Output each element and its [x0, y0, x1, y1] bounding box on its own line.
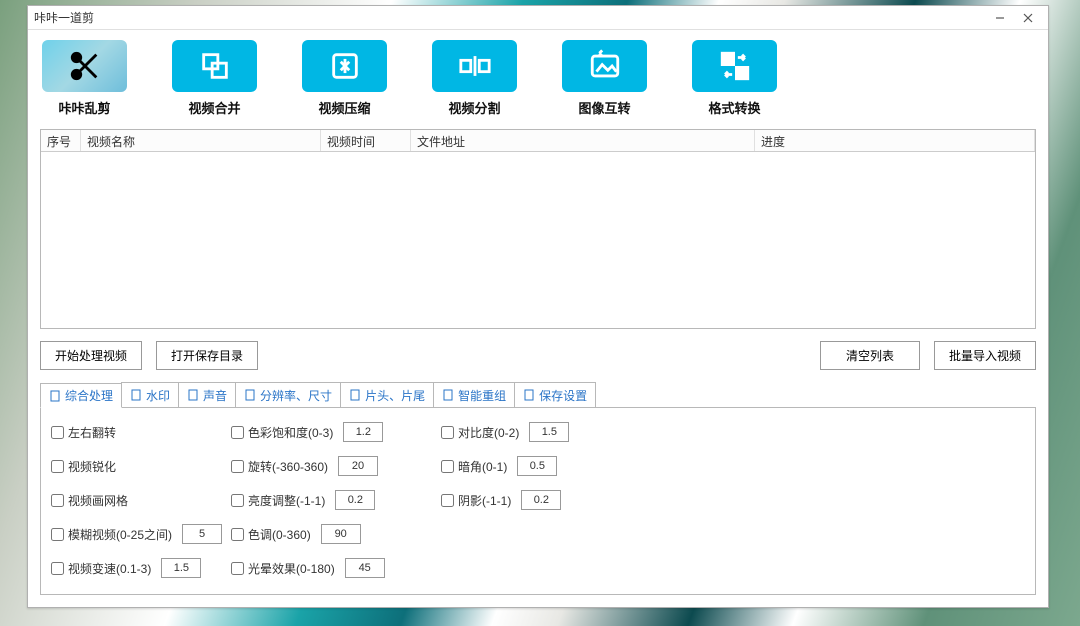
opt-grid[interactable]: 视频画网格 — [51, 490, 231, 510]
merge-icon — [172, 40, 257, 92]
open-dir-button[interactable]: 打开保存目录 — [156, 341, 258, 370]
checkbox[interactable] — [51, 460, 64, 473]
col-duration: 视频时间 — [321, 130, 411, 151]
checkbox[interactable] — [51, 528, 64, 541]
value-input[interactable]: 0.5 — [517, 456, 557, 476]
opt-saturation[interactable]: 色彩饱和度(0-3) 1.2 — [231, 422, 441, 442]
tool-label: 视频分割 — [448, 98, 500, 117]
window-title: 咔咔一道剪 — [34, 9, 94, 26]
tool-random-cut[interactable]: 咔咔乱剪 — [42, 40, 127, 117]
opt-rotate[interactable]: 旋转(-360-360) 20 — [231, 456, 441, 476]
value-input[interactable]: 90 — [321, 524, 361, 544]
checkbox[interactable] — [231, 426, 244, 439]
value-input[interactable]: 1.5 — [529, 422, 569, 442]
action-row: 开始处理视频 打开保存目录 清空列表 批量导入视频 — [28, 329, 1048, 382]
checkbox[interactable] — [51, 426, 64, 439]
opt-vignette[interactable]: 暗角(0-1) 0.5 — [441, 456, 621, 476]
opt-speed[interactable]: 视频变速(0.1-3) 1.5 — [51, 558, 231, 578]
opt-sharpen[interactable]: 视频锐化 — [51, 456, 231, 476]
settings-tabs: 综合处理 水印 声音 分辨率、尺寸 片头、片尾 智能重组 保存设置 — [40, 382, 1036, 407]
tool-format-convert[interactable]: 格式转换 — [692, 40, 777, 117]
general-panel: 左右翻转 色彩饱和度(0-3) 1.2 对比度(0-2) 1.5 视频锐化 旋转… — [40, 407, 1036, 595]
image-convert-icon — [562, 40, 647, 92]
doc-icon — [349, 389, 361, 401]
video-table: 序号 视频名称 视频时间 文件地址 进度 — [40, 129, 1036, 329]
doc-icon — [130, 389, 142, 401]
checkbox[interactable] — [231, 460, 244, 473]
opt-halo[interactable]: 光晕效果(0-180) 45 — [231, 558, 441, 578]
table-body-empty — [41, 152, 1035, 328]
split-icon — [432, 40, 517, 92]
opt-flip-horizontal[interactable]: 左右翻转 — [51, 422, 231, 442]
checkbox[interactable] — [441, 460, 454, 473]
tab-audio[interactable]: 声音 — [178, 382, 236, 407]
tab-watermark[interactable]: 水印 — [121, 382, 179, 407]
checkbox[interactable] — [231, 528, 244, 541]
tool-label: 视频压缩 — [318, 98, 370, 117]
opt-blur[interactable]: 模糊视频(0-25之间) 5 — [51, 524, 231, 544]
tab-smart[interactable]: 智能重组 — [433, 382, 515, 407]
tab-intro-outro[interactable]: 片头、片尾 — [340, 382, 434, 407]
doc-icon — [523, 389, 535, 401]
minimize-button[interactable] — [986, 8, 1014, 28]
import-button[interactable]: 批量导入视频 — [934, 341, 1036, 370]
value-input[interactable]: 45 — [345, 558, 385, 578]
tool-compress[interactable]: 视频压缩 — [302, 40, 387, 117]
checkbox[interactable] — [51, 494, 64, 507]
tool-split[interactable]: 视频分割 — [432, 40, 517, 117]
checkbox[interactable] — [441, 494, 454, 507]
tool-label: 咔咔乱剪 — [58, 98, 110, 117]
opt-brightness[interactable]: 亮度调整(-1-1) 0.2 — [231, 490, 441, 510]
tool-merge[interactable]: 视频合并 — [172, 40, 257, 117]
tool-image-convert[interactable]: 图像互转 — [562, 40, 647, 117]
value-input[interactable]: 5 — [182, 524, 222, 544]
checkbox[interactable] — [231, 494, 244, 507]
value-input[interactable]: 20 — [338, 456, 378, 476]
table-header: 序号 视频名称 视频时间 文件地址 进度 — [41, 130, 1035, 152]
top-toolbar: 咔咔乱剪 视频合并 视频压缩 — [28, 30, 1048, 129]
tab-resolution[interactable]: 分辨率、尺寸 — [235, 382, 341, 407]
col-name: 视频名称 — [81, 130, 321, 151]
clear-list-button[interactable]: 清空列表 — [820, 341, 920, 370]
col-index: 序号 — [41, 130, 81, 151]
value-input[interactable]: 1.5 — [161, 558, 201, 578]
tool-label: 图像互转 — [578, 98, 630, 117]
checkbox[interactable] — [51, 562, 64, 575]
opt-hue[interactable]: 色调(0-360) 90 — [231, 524, 441, 544]
col-path: 文件地址 — [411, 130, 755, 151]
close-button[interactable] — [1014, 8, 1042, 28]
doc-icon — [244, 389, 256, 401]
value-input[interactable]: 1.2 — [343, 422, 383, 442]
compress-icon — [302, 40, 387, 92]
start-button[interactable]: 开始处理视频 — [40, 341, 142, 370]
tool-label: 视频合并 — [188, 98, 240, 117]
doc-icon — [442, 389, 454, 401]
checkbox[interactable] — [231, 562, 244, 575]
scissors-icon — [42, 40, 127, 92]
col-progress: 进度 — [755, 130, 1035, 151]
doc-icon — [187, 389, 199, 401]
opt-shadow[interactable]: 阴影(-1-1) 0.2 — [441, 490, 621, 510]
opt-contrast[interactable]: 对比度(0-2) 1.5 — [441, 422, 621, 442]
checkbox[interactable] — [441, 426, 454, 439]
doc-icon — [49, 390, 61, 402]
value-input[interactable]: 0.2 — [335, 490, 375, 510]
tab-general[interactable]: 综合处理 — [40, 383, 122, 408]
value-input[interactable]: 0.2 — [521, 490, 561, 510]
tab-save[interactable]: 保存设置 — [514, 382, 596, 407]
format-convert-icon — [692, 40, 777, 92]
titlebar: 咔咔一道剪 — [28, 6, 1048, 30]
tool-label: 格式转换 — [708, 98, 760, 117]
app-window: 咔咔一道剪 咔咔乱剪 视频合并 — [27, 5, 1049, 608]
